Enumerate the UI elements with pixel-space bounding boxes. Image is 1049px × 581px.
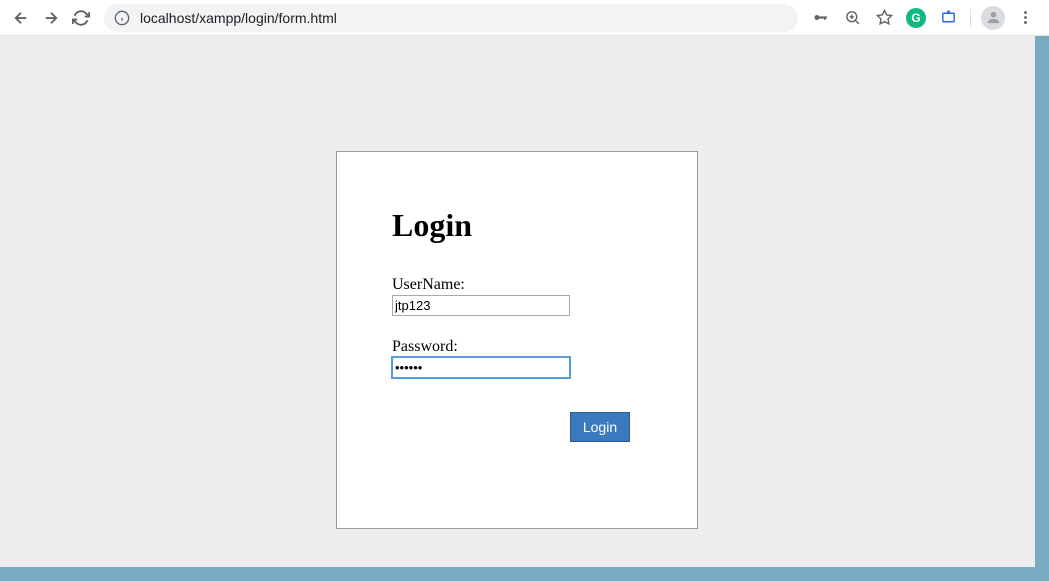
password-input[interactable] <box>392 357 570 378</box>
viewport-wrapper: Login UserName: Password: Login <box>0 36 1049 581</box>
username-label: UserName: <box>392 276 642 294</box>
extension-grammarly-icon[interactable]: G <box>902 4 930 32</box>
login-submit-button[interactable]: Login <box>570 412 630 442</box>
login-card: Login UserName: Password: Login <box>336 151 698 529</box>
scroll-filler <box>698 151 699 567</box>
profile-avatar-icon[interactable] <box>979 4 1007 32</box>
zoom-icon[interactable] <box>838 4 866 32</box>
address-bar[interactable]: localhost/xampp/login/form.html <box>104 4 798 32</box>
menu-dots-icon[interactable] <box>1011 4 1039 32</box>
username-input[interactable] <box>392 295 570 316</box>
url-text: localhost/xampp/login/form.html <box>140 10 337 26</box>
toolbar-divider <box>970 9 971 27</box>
login-heading: Login <box>392 207 642 244</box>
password-label: Password: <box>392 338 642 356</box>
bookmark-star-icon[interactable] <box>870 4 898 32</box>
reload-button[interactable] <box>66 3 96 33</box>
forward-button[interactable] <box>36 3 66 33</box>
back-button[interactable] <box>6 3 36 33</box>
site-info-icon[interactable] <box>114 10 130 26</box>
browser-toolbar: localhost/xampp/login/form.html G <box>0 0 1049 36</box>
login-form: UserName: Password: Login <box>392 276 642 442</box>
toolbar-right: G <box>806 4 1043 32</box>
page-content[interactable]: Login UserName: Password: Login <box>0 36 1035 567</box>
extension-screenshot-icon[interactable] <box>934 4 962 32</box>
password-key-icon[interactable] <box>806 4 834 32</box>
